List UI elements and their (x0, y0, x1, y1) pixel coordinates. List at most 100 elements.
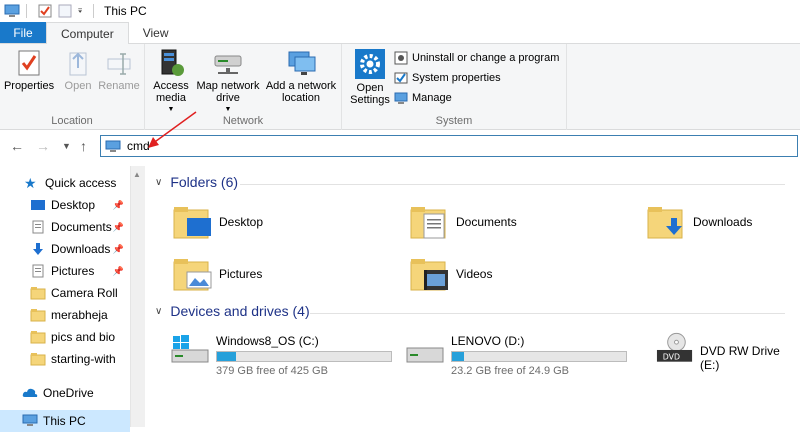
gear-icon (355, 49, 385, 79)
network-location-icon (288, 51, 316, 75)
ribbon: Properties Open Rename Location Access m… (0, 44, 800, 130)
open-settings-label: Open Settings (350, 82, 390, 106)
nav-label: Desktop (51, 198, 96, 212)
drive-item[interactable]: Windows8_OS (C:) 379 GB free of 425 GB (170, 334, 392, 377)
folder-label: Pictures (219, 267, 263, 281)
folder-label: Desktop (219, 215, 264, 229)
folder-icon (30, 353, 46, 366)
drive-item[interactable]: LENOVO (D:) 23.2 GB free of 24.9 GB (405, 334, 627, 377)
folder-item[interactable]: Pictures (173, 256, 262, 292)
tab-computer[interactable]: Computer (46, 22, 129, 45)
location-group: Properties Open Rename Location (0, 44, 145, 130)
nav-item[interactable]: starting-with (30, 348, 130, 370)
uninstall-program-button[interactable]: Uninstall or change a program (394, 49, 559, 67)
navigation-scrollbar[interactable] (130, 166, 145, 427)
this-pc-icon (22, 414, 38, 426)
desktop-icon (31, 200, 45, 210)
downloads-folder-icon (647, 207, 683, 239)
nav-label: OneDrive (43, 386, 94, 400)
nav-item[interactable]: Pictures 📌 (30, 260, 130, 282)
folder-label: Videos (456, 267, 493, 281)
nav-label: Quick access (45, 176, 117, 190)
windows-drive-icon (171, 335, 209, 363)
rename-icon (107, 53, 131, 75)
cloud-icon (22, 388, 38, 397)
folder-item[interactable]: Desktop (173, 204, 263, 240)
media-server-icon (161, 49, 184, 76)
system-properties-icon (394, 72, 408, 84)
nav-label: merabheja (51, 308, 108, 322)
nav-item[interactable]: pics and bio (30, 326, 130, 348)
folder-item[interactable]: Documents (410, 204, 517, 240)
add-network-location-button[interactable]: Add a network location (263, 48, 339, 104)
folder-item[interactable]: Downloads (647, 204, 752, 240)
forward-arrow-icon[interactable]: → (36, 138, 50, 154)
network-drive-icon (214, 55, 242, 74)
pin-icon: 📌 (112, 243, 124, 254)
properties-button[interactable]: Properties (3, 48, 55, 92)
nav-label: Downloads (51, 242, 111, 256)
add-network-location-label: Add a network location (265, 80, 337, 104)
documents-icon (32, 220, 44, 234)
recent-locations-chevron-icon[interactable]: ▼ (62, 141, 71, 151)
downloads-icon (33, 243, 43, 255)
customize-quick-access-icon[interactable] (77, 4, 87, 18)
access-media-label: Access media (153, 80, 189, 104)
map-network-drive-label: Map network drive (196, 80, 260, 104)
folder-item[interactable]: Videos (410, 256, 492, 292)
window-title: This PC (104, 4, 147, 18)
nav-item[interactable]: merabheja (30, 304, 130, 326)
drives-section-header[interactable]: ∨ Devices and drives (4) (155, 303, 310, 319)
open-settings-button[interactable]: Open Settings (348, 48, 392, 106)
open-icon (69, 52, 87, 76)
access-media-button[interactable]: Access media ▼ (149, 48, 193, 116)
drive-item[interactable]: DVD DVD RW Drive (E:) (655, 332, 800, 372)
back-arrow-icon[interactable]: ← (10, 138, 24, 154)
properties-quick-icon[interactable] (37, 4, 53, 18)
nav-item[interactable]: Camera Roll (30, 282, 130, 304)
folders-section-header[interactable]: ∨ Folders (6) (155, 174, 238, 190)
navigation-pane: ★ Quick access Desktop 📌 Documents 📌 Downloa… (0, 166, 145, 432)
drive-usage-fill (452, 352, 465, 361)
drive-name: DVD RW Drive (E:) (700, 344, 780, 372)
nav-label: Camera Roll (51, 286, 118, 300)
properties-icon (18, 50, 40, 76)
nav-label: starting-with (51, 352, 116, 366)
address-input[interactable] (127, 139, 627, 153)
drive-usage-fill (217, 352, 237, 361)
rename-button[interactable]: Rename (98, 48, 140, 92)
nav-label: pics and bio (51, 330, 116, 344)
tab-file[interactable]: File (0, 22, 46, 43)
star-icon: ★ (24, 175, 37, 191)
drive-free-space: 23.2 GB free of 24.9 GB (451, 365, 570, 377)
map-network-drive-button[interactable]: Map network drive ▼ (193, 48, 263, 116)
folder-icon (30, 331, 46, 344)
manage-button[interactable]: Manage (394, 89, 452, 107)
drive-usage-bar (451, 351, 627, 362)
divider (240, 184, 785, 185)
drive-info: LENOVO (D:) 23.2 GB free of 24.9 GB (451, 334, 627, 377)
nav-this-pc[interactable]: This PC (0, 410, 130, 432)
folder-icon (30, 309, 46, 322)
up-arrow-icon[interactable]: ↑ (80, 138, 87, 154)
system-group: Open Settings Uninstall or change a prog… (342, 44, 567, 130)
drive-free-space: 379 GB free of 425 GB (216, 365, 328, 377)
system-properties-button[interactable]: System properties (394, 69, 501, 87)
svg-text:DVD: DVD (663, 353, 680, 362)
desktop-folder-icon (173, 207, 211, 239)
address-bar[interactable] (100, 135, 798, 157)
scroll-up-icon[interactable]: ▲ (133, 170, 141, 179)
open-button[interactable]: Open (58, 48, 98, 92)
nav-item[interactable]: Downloads 📌 (30, 238, 130, 260)
new-folder-quick-icon[interactable] (57, 4, 73, 18)
tab-view[interactable]: View (129, 22, 183, 43)
location-group-label: Location (51, 115, 93, 127)
computer-manage-icon (394, 92, 408, 104)
nav-item[interactable]: Documents 📌 (30, 216, 130, 238)
red-arrow-annotation (148, 111, 197, 148)
nav-item[interactable]: Desktop 📌 (30, 194, 130, 216)
pictures-folder-icon (173, 259, 212, 291)
properties-label: Properties (3, 80, 55, 92)
chevron-down-icon: ∨ (155, 305, 163, 317)
nav-label: Pictures (51, 264, 95, 278)
